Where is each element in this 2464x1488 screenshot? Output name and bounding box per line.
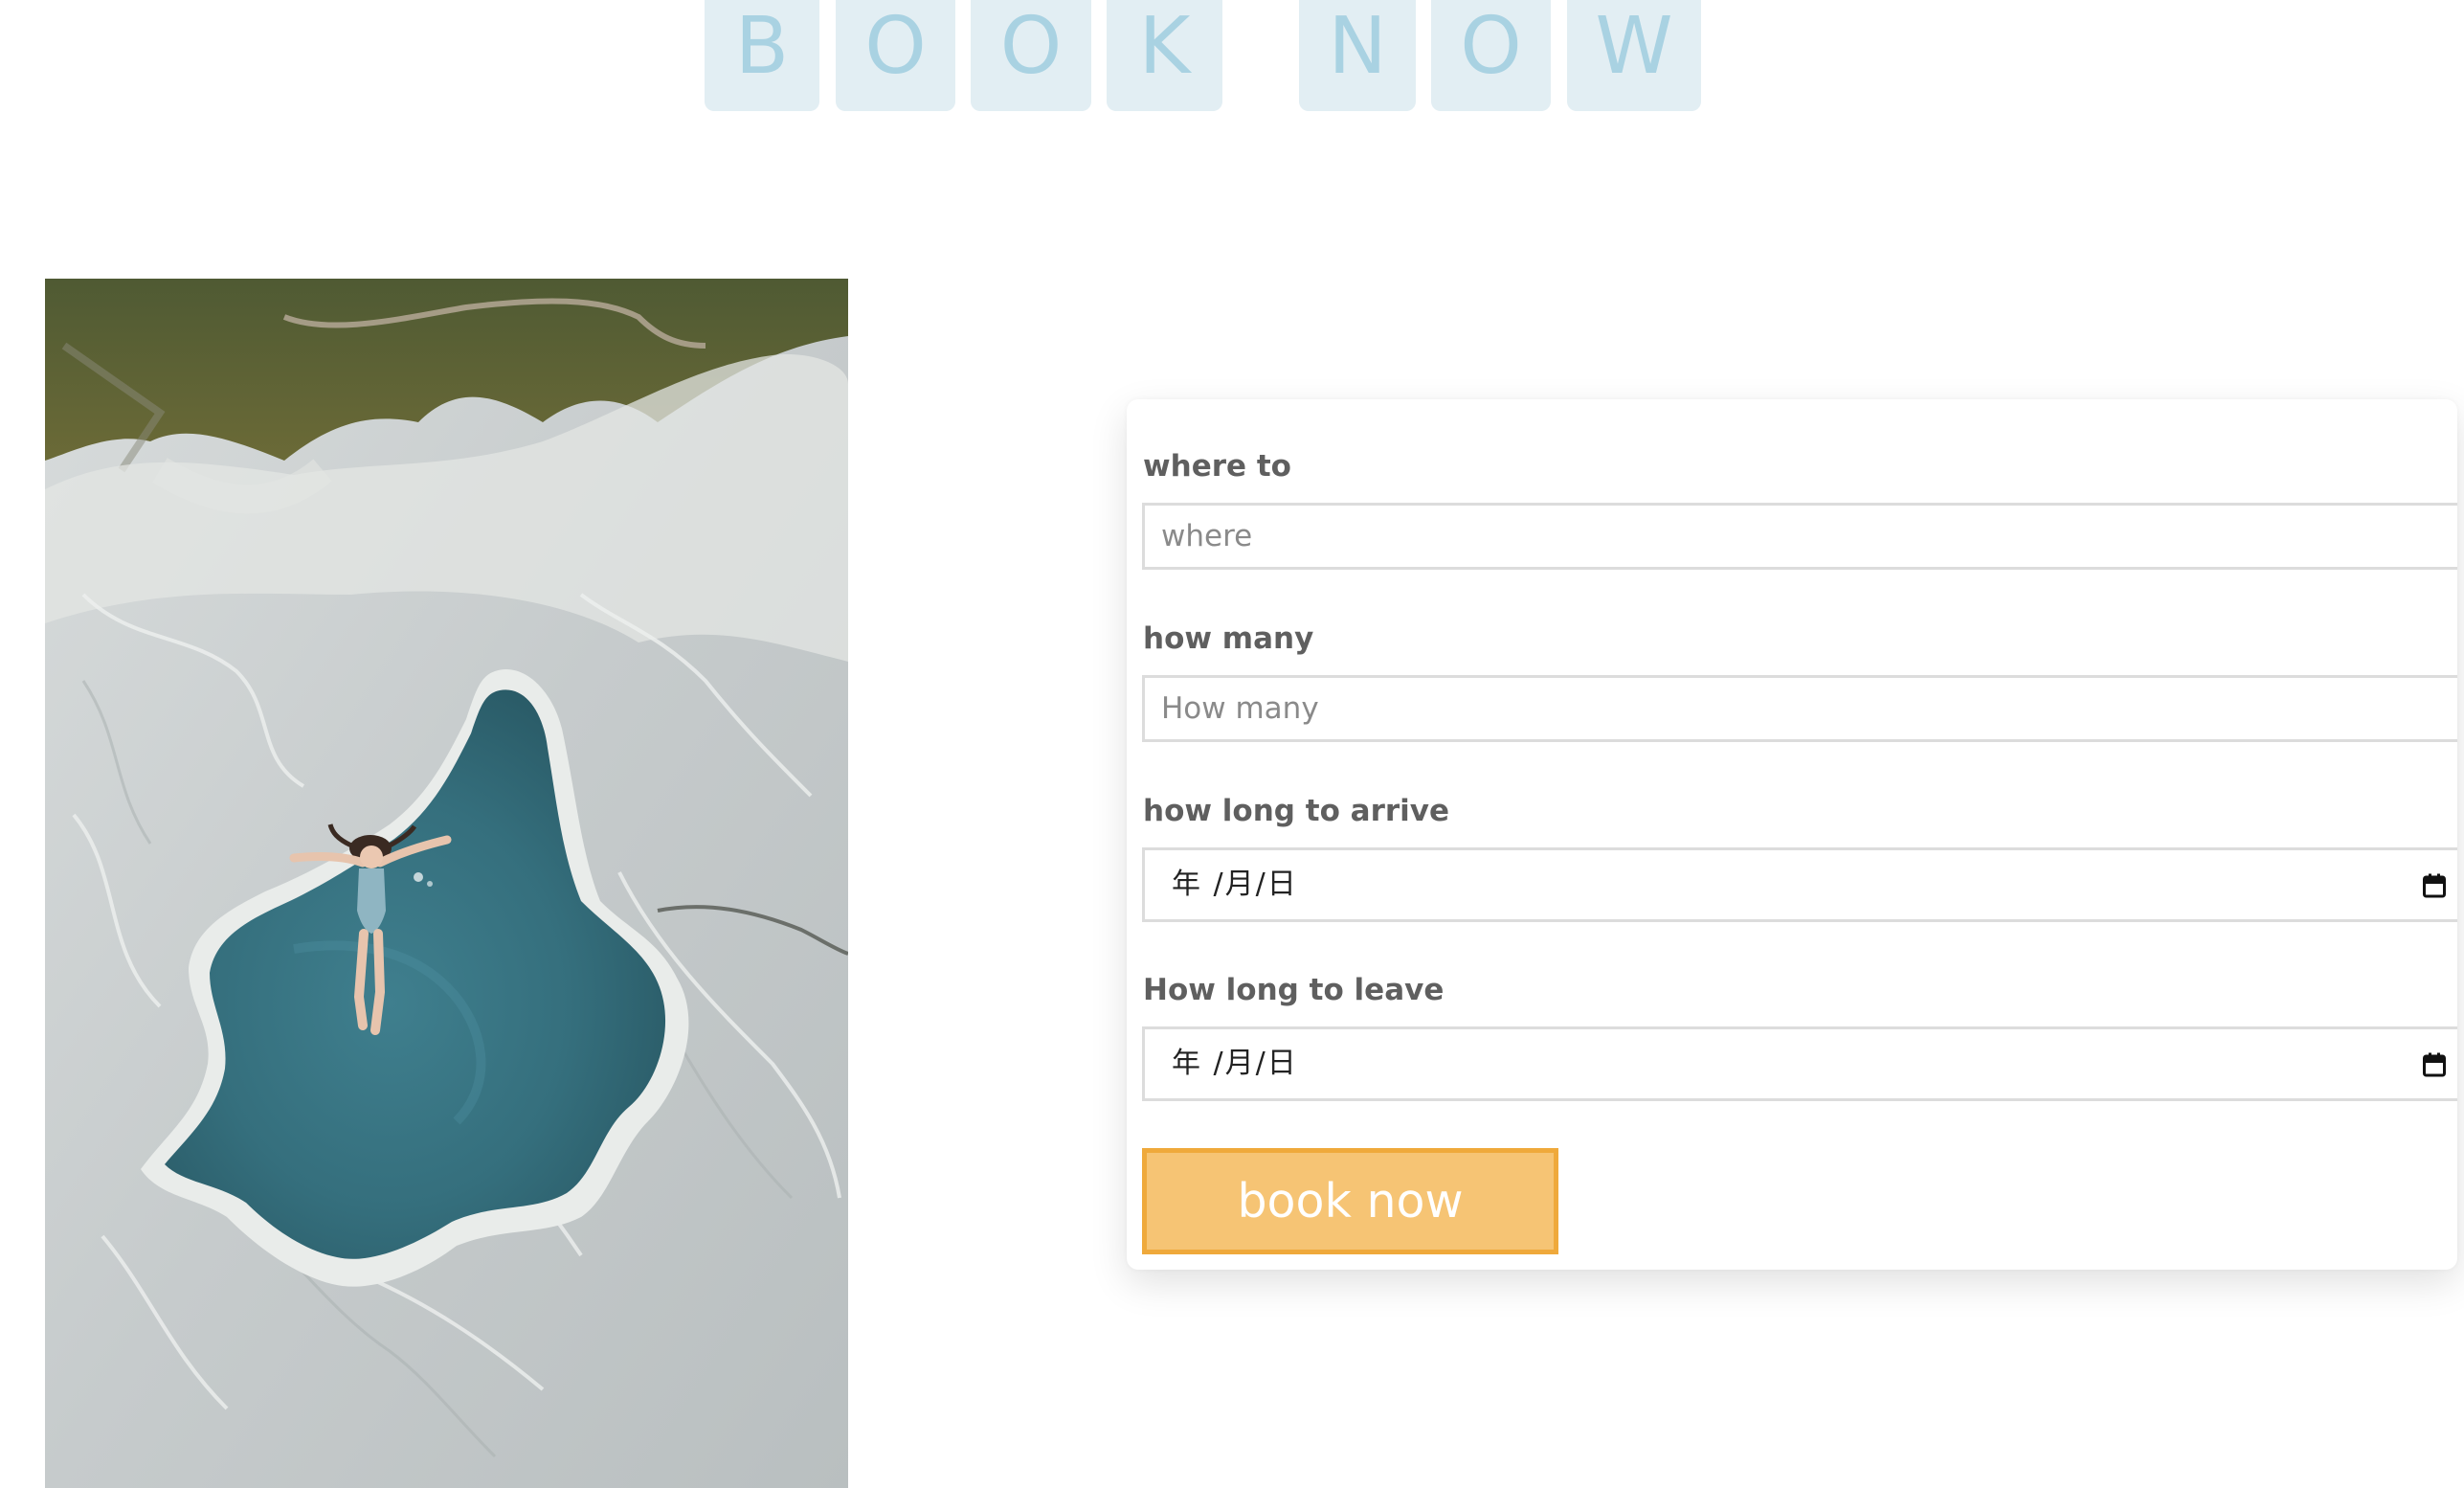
booking-form-card: where to how many how long to arrive 年 /… (1127, 399, 2457, 1270)
calendar-icon[interactable] (2423, 1052, 2446, 1077)
heading-letter-tile: K (1107, 0, 1222, 111)
leave-date-input[interactable]: 年 /月/日 (1142, 1026, 2457, 1101)
where-input[interactable] (1142, 503, 2457, 570)
heading-letter-tile: B (705, 0, 819, 111)
arrive-date-placeholder: 年 /月/日 (1172, 868, 1298, 901)
where-to-label: where to (1143, 449, 1291, 484)
heading-letter-tile: O (836, 0, 955, 111)
book-now-button[interactable]: book now (1142, 1148, 1558, 1254)
how-many-label: how many (1143, 621, 1314, 656)
heading-letter-tile: O (1431, 0, 1551, 111)
heading-letter-tile: N (1299, 0, 1416, 111)
leave-date-placeholder: 年 /月/日 (1172, 1047, 1298, 1080)
page-heading: B O O K N O W (0, 0, 2464, 115)
how-many-input[interactable] (1142, 675, 2457, 742)
calendar-icon[interactable] (2423, 873, 2446, 898)
leave-date-label: How long to leave (1143, 973, 1445, 1007)
hot-spring-photo (45, 279, 848, 1488)
heading-letter-tile: W (1567, 0, 1701, 111)
heading-letter-tile: O (971, 0, 1091, 111)
arrive-date-label: how long to arrive (1143, 794, 1450, 828)
arrive-date-input[interactable]: 年 /月/日 (1142, 847, 2457, 922)
